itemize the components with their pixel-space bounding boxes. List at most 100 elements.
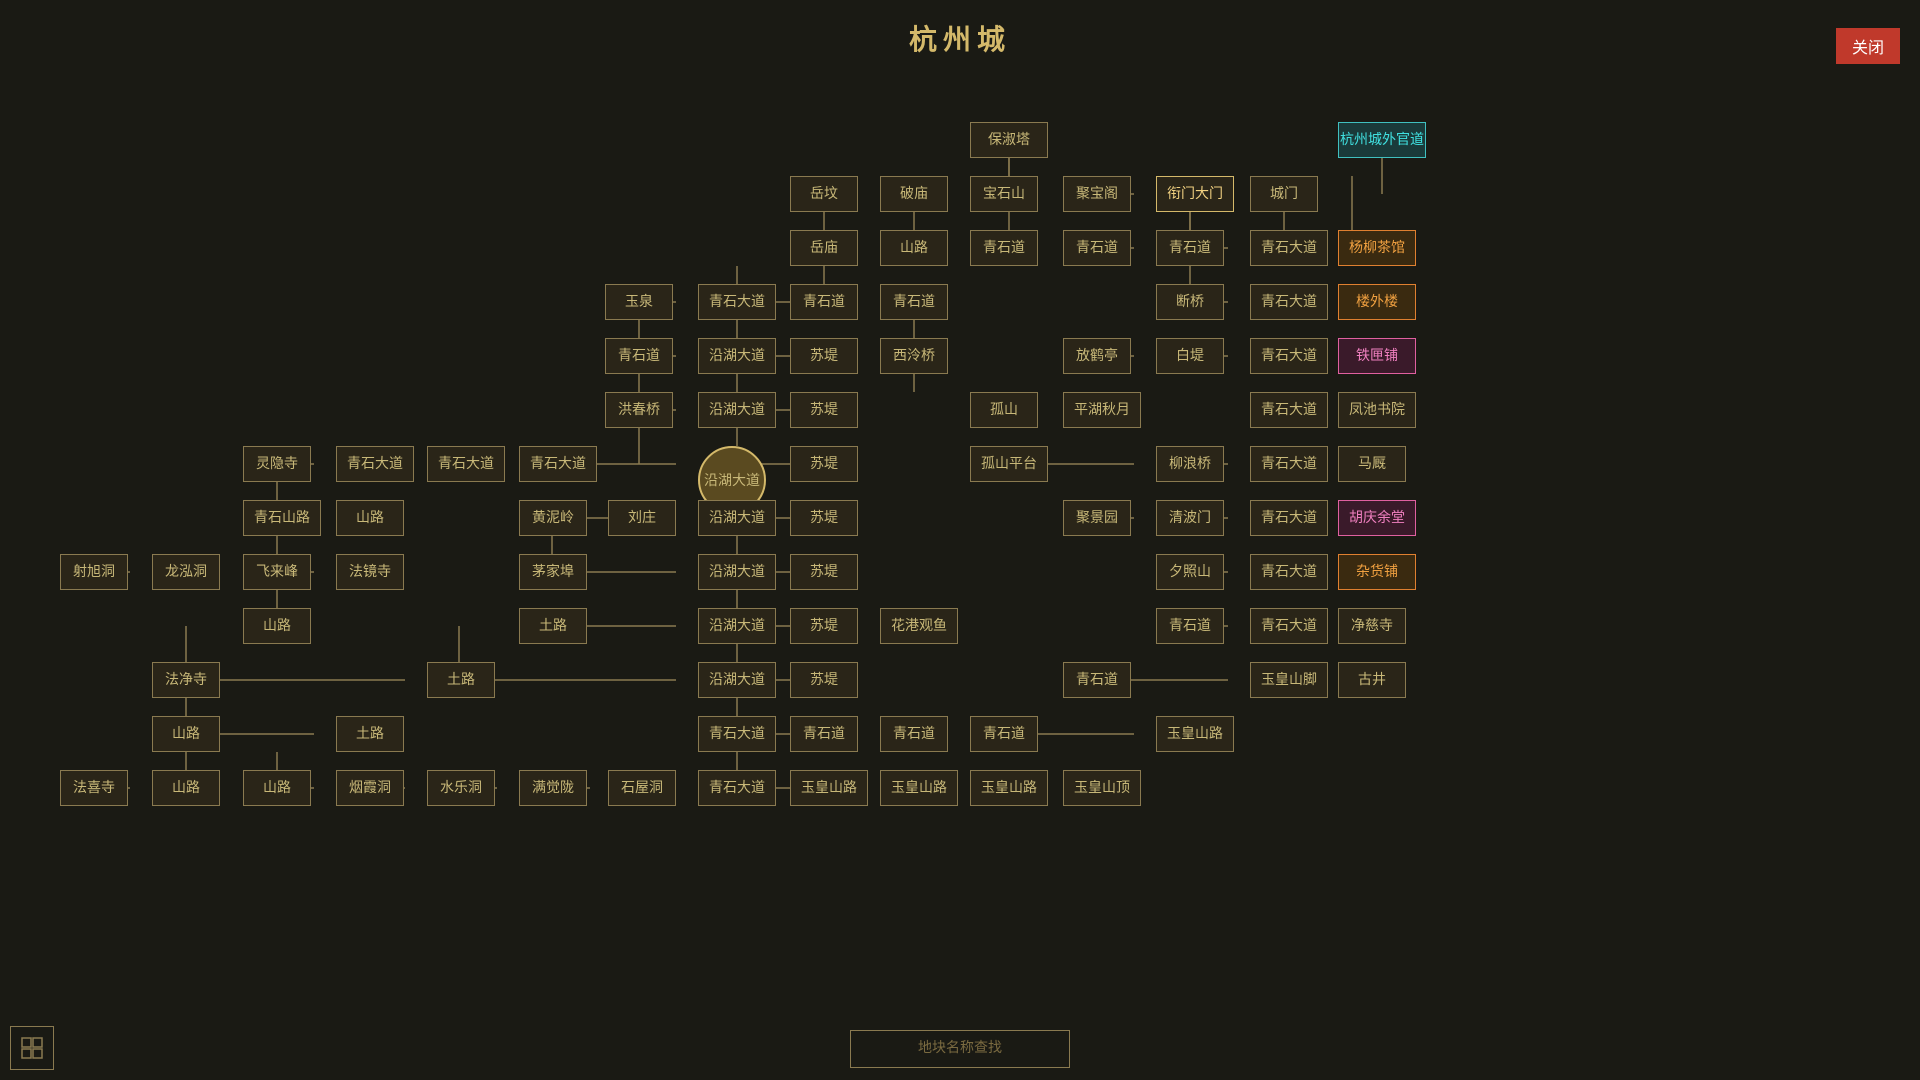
map-node-pinghu[interactable]: 平湖秋月: [1063, 392, 1141, 428]
map-node-hongchunqiao[interactable]: 洪春桥: [605, 392, 673, 428]
map-node-qingshidao7[interactable]: 青石道: [1156, 608, 1224, 644]
map-node-jingcisi[interactable]: 净慈寺: [1338, 608, 1406, 644]
map-icon[interactable]: [10, 1026, 54, 1070]
map-node-qingshidao5[interactable]: 青石道: [880, 284, 948, 320]
map-node-qingshidadao8[interactable]: 青石大道: [519, 446, 597, 482]
map-node-qingshidadao2[interactable]: 青石大道: [698, 284, 776, 320]
map-node-yuhuang-shanlu2[interactable]: 玉皇山路: [790, 770, 868, 806]
map-node-qingshidao1[interactable]: 青石道: [970, 230, 1038, 266]
map-node-yuquan[interactable]: 玉泉: [605, 284, 673, 320]
map-node-longhong[interactable]: 龙泓洞: [152, 554, 220, 590]
map-node-yanhu7[interactable]: 沿湖大道: [698, 662, 776, 698]
map-node-yuhuang-shanding[interactable]: 玉皇山顶: [1063, 770, 1141, 806]
map-node-yuhuang-shanlu4[interactable]: 玉皇山路: [970, 770, 1048, 806]
map-node-qingshidao11[interactable]: 青石道: [970, 716, 1038, 752]
map-node-qingshidadao5[interactable]: 青石大道: [1250, 392, 1328, 428]
map-node-fajingsi2[interactable]: 法净寺: [152, 662, 220, 698]
map-node-jujingyuan[interactable]: 聚景园: [1063, 500, 1131, 536]
map-node-fajingsi[interactable]: 法镜寺: [336, 554, 404, 590]
map-node-shanlu5[interactable]: 山路: [152, 770, 220, 806]
map-node-huagang[interactable]: 花港观鱼: [880, 608, 958, 644]
map-node-qingshidadao4[interactable]: 青石大道: [1250, 338, 1328, 374]
map-node-huangni[interactable]: 黄泥岭: [519, 500, 587, 536]
map-node-gujing[interactable]: 古井: [1338, 662, 1406, 698]
map-node-tulu3[interactable]: 土路: [336, 716, 404, 752]
map-node-pomiao[interactable]: 破庙: [880, 176, 948, 212]
map-node-baoshi[interactable]: 宝石山: [970, 176, 1038, 212]
map-node-shanlu6[interactable]: 山路: [243, 770, 311, 806]
close-button[interactable]: 关闭: [1836, 28, 1900, 64]
map-node-shuiledong[interactable]: 水乐洞: [427, 770, 495, 806]
map-node-sudi1[interactable]: 苏堤: [790, 338, 858, 374]
map-node-chengmen-da[interactable]: 衔门大门: [1156, 176, 1234, 212]
map-node-qingshidadao9[interactable]: 青石大道: [1250, 446, 1328, 482]
map-node-yanyan[interactable]: 烟霞洞: [336, 770, 404, 806]
map-node-liulanqiao[interactable]: 柳浪桥: [1156, 446, 1224, 482]
map-node-yanhu5[interactable]: 沿湖大道: [698, 554, 776, 590]
map-node-fengchi[interactable]: 凤池书院: [1338, 392, 1416, 428]
map-node-qingshidao9[interactable]: 青石道: [790, 716, 858, 752]
map-node-yuemiao[interactable]: 岳庙: [790, 230, 858, 266]
map-node-baoshu[interactable]: 保淑塔: [970, 122, 1048, 158]
map-node-qingshidadao12[interactable]: 青石大道: [1250, 608, 1328, 644]
map-node-yanhu4[interactable]: 沿湖大道: [698, 500, 776, 536]
map-node-qingshidadao13[interactable]: 青石大道: [698, 716, 776, 752]
map-node-duanqiao[interactable]: 断桥: [1156, 284, 1224, 320]
map-node-huqing[interactable]: 胡庆余堂: [1338, 500, 1416, 536]
map-node-qingshidao3[interactable]: 青石道: [1156, 230, 1224, 266]
map-node-yanhu1[interactable]: 沿湖大道: [698, 338, 776, 374]
map-node-qingshidao8[interactable]: 青石道: [1063, 662, 1131, 698]
map-node-yuhuang-shanlu3[interactable]: 玉皇山路: [880, 770, 958, 806]
map-node-qingshidao2[interactable]: 青石道: [1063, 230, 1131, 266]
map-node-sudi4[interactable]: 苏堤: [790, 500, 858, 536]
map-node-shanlu3[interactable]: 山路: [243, 608, 311, 644]
map-node-xilengqiao[interactable]: 西泠桥: [880, 338, 948, 374]
map-node-shanlu1[interactable]: 山路: [880, 230, 948, 266]
map-node-liuzhuang[interactable]: 刘庄: [608, 500, 676, 536]
map-node-tulu2[interactable]: 土路: [427, 662, 495, 698]
map-node-shanlu4[interactable]: 山路: [152, 716, 220, 752]
map-node-yueling1[interactable]: 岳坟: [790, 176, 858, 212]
map-node-yuhuang-shanlu[interactable]: 玉皇山路: [1156, 716, 1234, 752]
map-node-qingshidadao11[interactable]: 青石大道: [1250, 554, 1328, 590]
map-node-lingyinsi[interactable]: 灵隐寺: [243, 446, 311, 482]
map-node-chengmen[interactable]: 城门: [1250, 176, 1318, 212]
map-node-manjuedian[interactable]: 满觉陇: [519, 770, 587, 806]
map-node-faxisi[interactable]: 法喜寺: [60, 770, 128, 806]
map-node-qingshidadao6[interactable]: 青石大道: [336, 446, 414, 482]
map-node-qingshidadao3[interactable]: 青石大道: [1250, 284, 1328, 320]
map-node-qingshidadao1[interactable]: 青石大道: [1250, 230, 1328, 266]
map-node-shanlu2[interactable]: 山路: [336, 500, 404, 536]
map-node-qingshidao4[interactable]: 青石道: [790, 284, 858, 320]
map-node-xizhao[interactable]: 夕照山: [1156, 554, 1224, 590]
map-node-yuhuang-jiaobu[interactable]: 玉皇山脚: [1250, 662, 1328, 698]
map-node-sudi5[interactable]: 苏堤: [790, 554, 858, 590]
map-node-maojia[interactable]: 茅家埠: [519, 554, 587, 590]
map-node-yanhu6[interactable]: 沿湖大道: [698, 608, 776, 644]
map-node-hangzhou-outer[interactable]: 杭州城外官道: [1338, 122, 1426, 158]
map-node-maju[interactable]: 马厩: [1338, 446, 1406, 482]
map-node-zahuo[interactable]: 杂货铺: [1338, 554, 1416, 590]
map-node-qingbomen[interactable]: 清波门: [1156, 500, 1224, 536]
map-node-shiwudong[interactable]: 石屋洞: [608, 770, 676, 806]
map-node-yanhu2[interactable]: 沿湖大道: [698, 392, 776, 428]
search-input[interactable]: [850, 1030, 1070, 1068]
map-node-sudi3[interactable]: 苏堤: [790, 446, 858, 482]
map-node-tulu1[interactable]: 土路: [519, 608, 587, 644]
map-node-tiejia[interactable]: 铁匣铺: [1338, 338, 1416, 374]
map-node-sudi2[interactable]: 苏堤: [790, 392, 858, 428]
map-node-gushan[interactable]: 孤山: [970, 392, 1038, 428]
map-node-qingshidao6[interactable]: 青石道: [605, 338, 673, 374]
map-node-qingshi-shanlu[interactable]: 青石山路: [243, 500, 321, 536]
map-node-louwaolou[interactable]: 楼外楼: [1338, 284, 1416, 320]
map-node-sherixu[interactable]: 射旭洞: [60, 554, 128, 590]
map-node-qingshidadao14[interactable]: 青石大道: [698, 770, 776, 806]
map-node-gushanpt[interactable]: 孤山平台: [970, 446, 1048, 482]
map-node-fanghe[interactable]: 放鹤亭: [1063, 338, 1131, 374]
map-node-feilai[interactable]: 飞来峰: [243, 554, 311, 590]
map-node-jubao[interactable]: 聚宝阁: [1063, 176, 1131, 212]
map-node-yangliu[interactable]: 杨柳茶馆: [1338, 230, 1416, 266]
map-node-baidi[interactable]: 白堤: [1156, 338, 1224, 374]
map-node-qingshidao10[interactable]: 青石道: [880, 716, 948, 752]
map-node-sudi6[interactable]: 苏堤: [790, 608, 858, 644]
